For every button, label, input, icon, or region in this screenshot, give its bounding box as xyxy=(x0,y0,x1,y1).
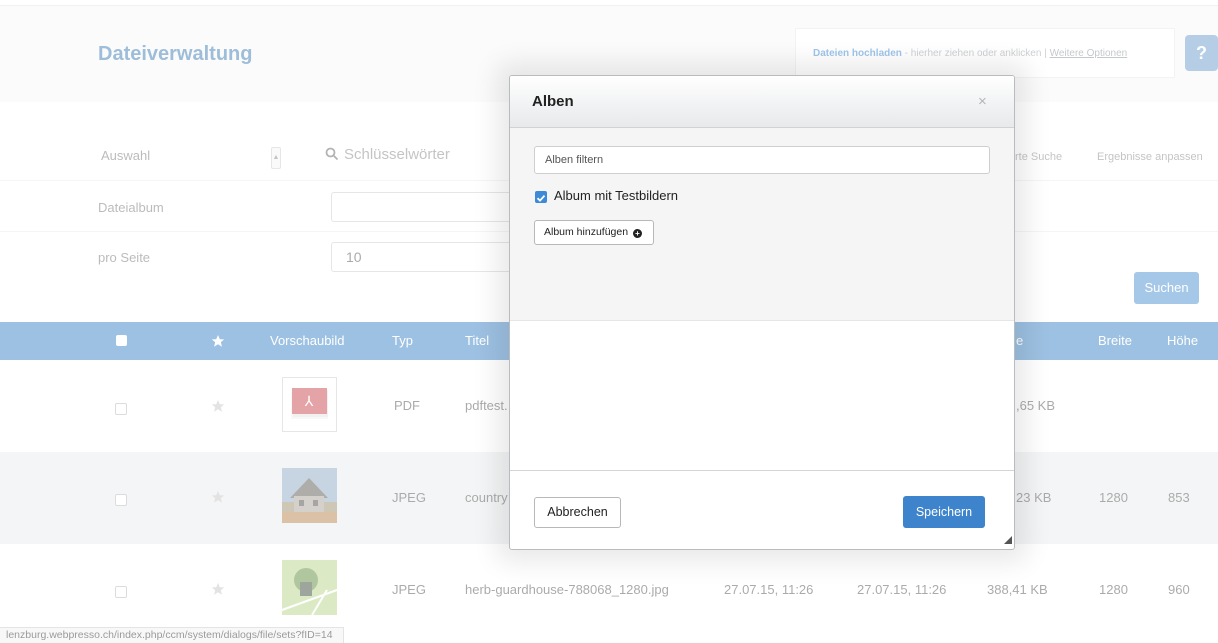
cancel-button[interactable]: Abbrechen xyxy=(534,497,621,528)
album-label[interactable]: Album mit Testbildern xyxy=(554,188,678,203)
resize-handle-icon[interactable] xyxy=(1004,536,1012,544)
album-checkbox[interactable] xyxy=(535,191,547,203)
album-filter-field[interactable]: Alben filtern xyxy=(534,146,990,174)
add-album-button[interactable]: Album hinzufügen + xyxy=(534,220,654,245)
save-button[interactable]: Speichern xyxy=(903,496,985,528)
plus-circle-icon: + xyxy=(632,229,642,238)
dialog-title: Alben xyxy=(532,93,574,110)
close-icon[interactable]: × xyxy=(978,93,987,110)
add-album-label: Album hinzufügen xyxy=(544,226,629,238)
checkmark-icon xyxy=(536,194,546,202)
albums-dialog: Alben × Alben filtern Album mit Testbild… xyxy=(509,75,1015,550)
dialog-header: Alben × xyxy=(510,76,1014,128)
dialog-footer: Abbrechen Speichern xyxy=(510,470,1014,549)
